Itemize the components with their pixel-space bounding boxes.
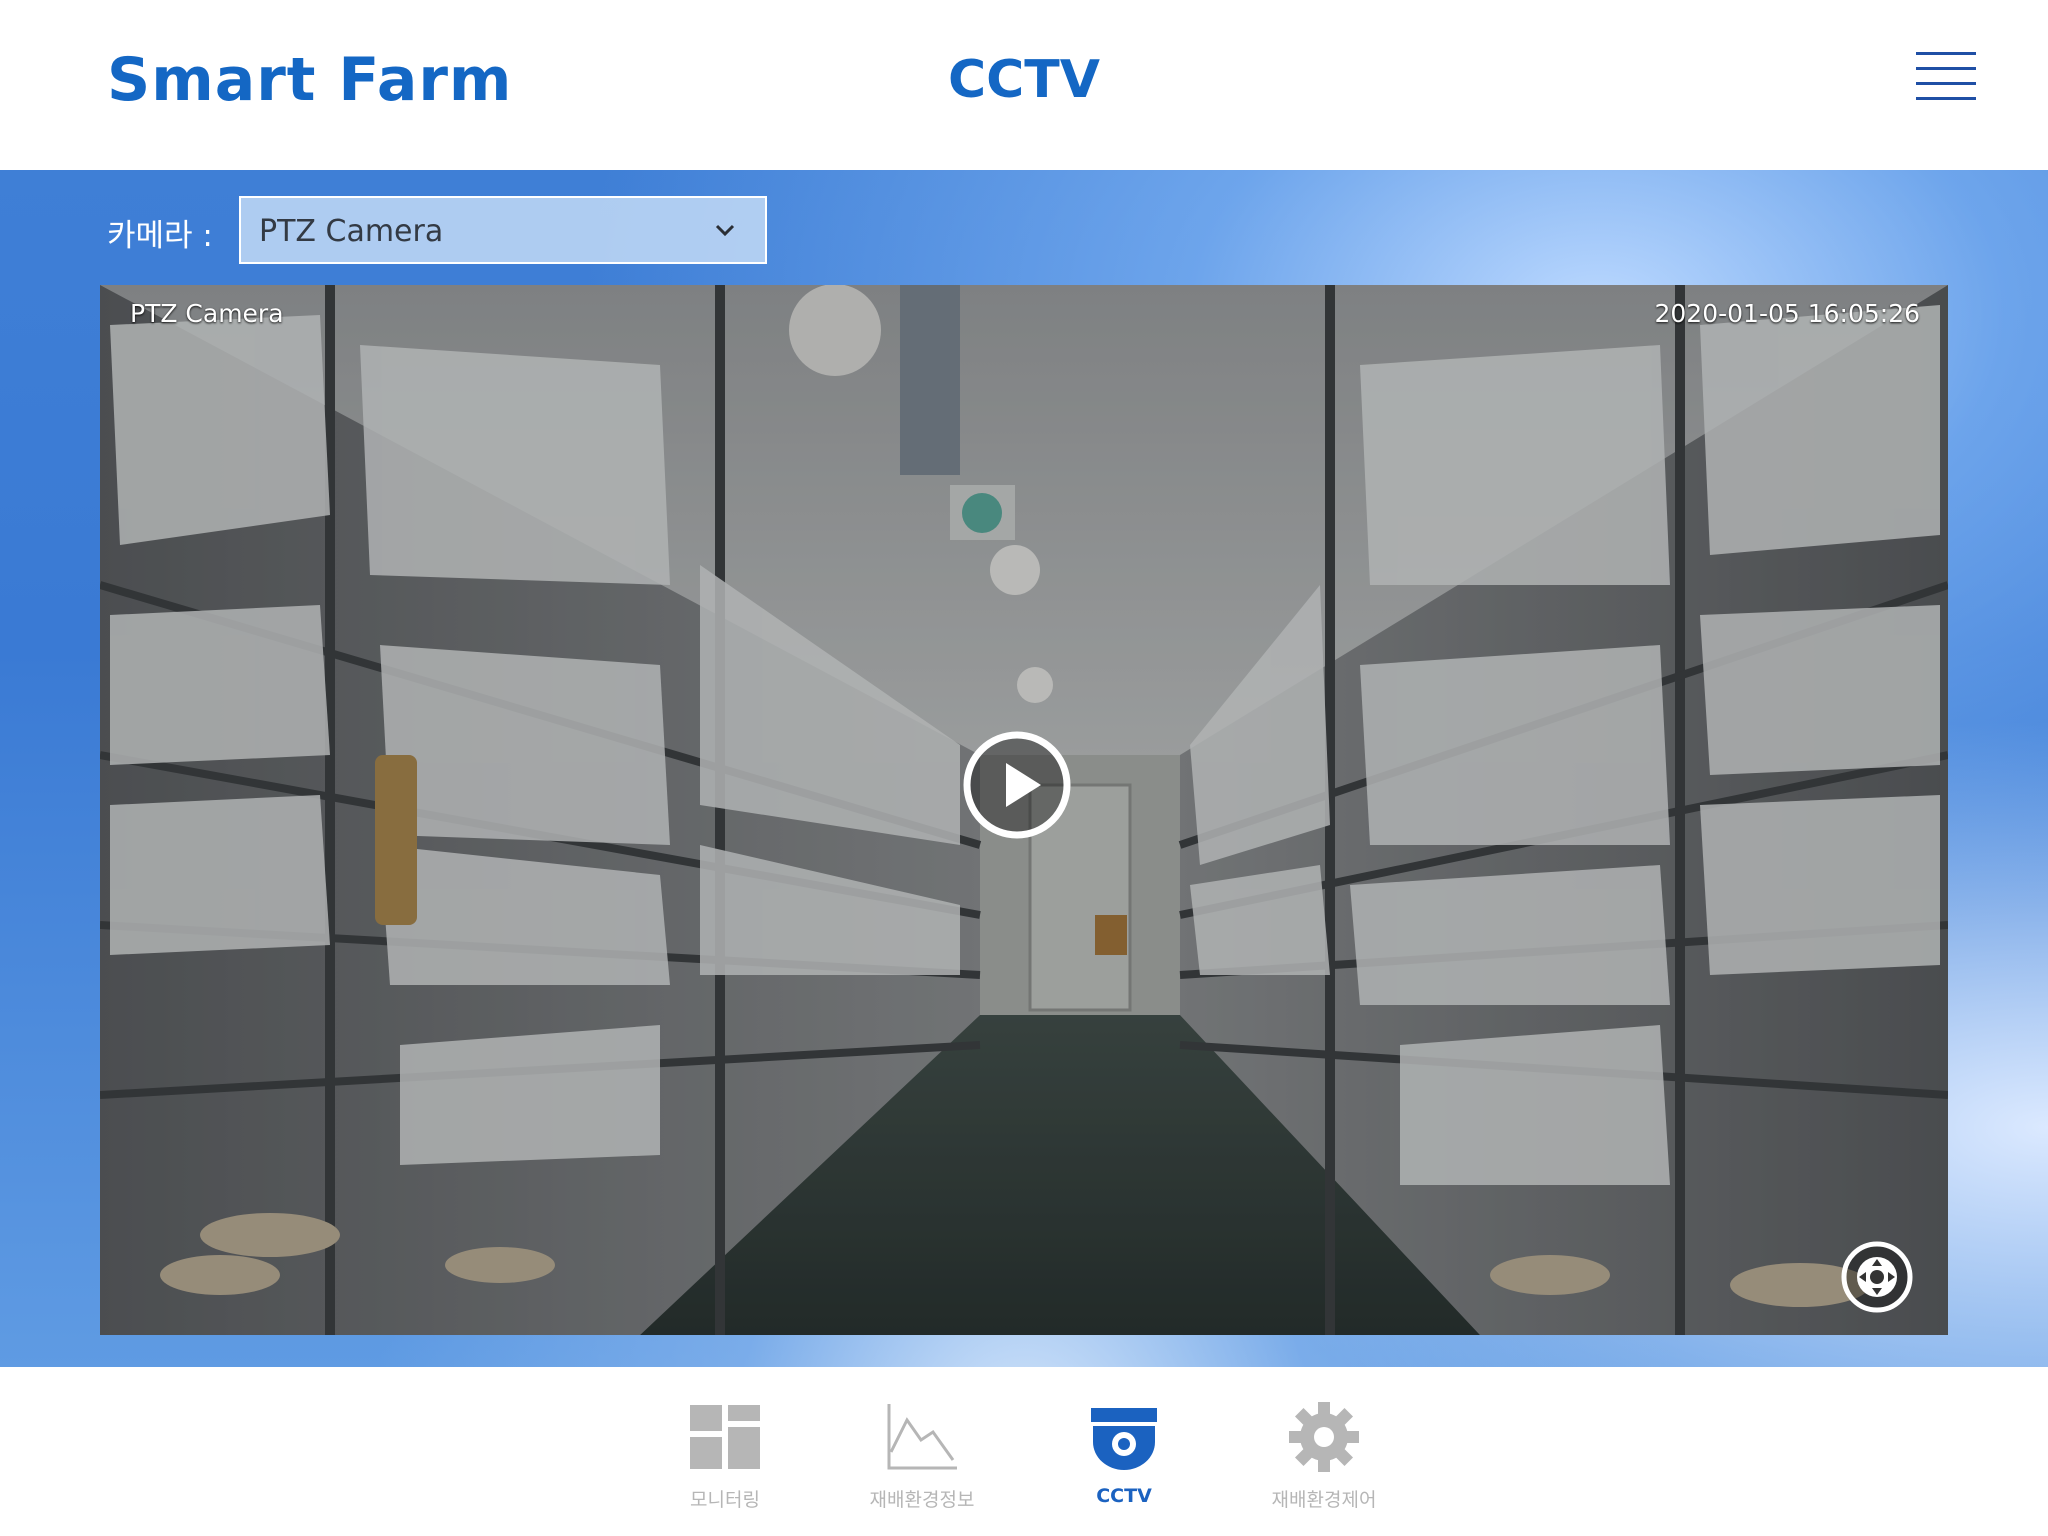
camera-select-value: PTZ Camera: [259, 214, 444, 249]
play-icon[interactable]: [962, 730, 1072, 840]
nav-item-growth-control[interactable]: 재배환경제어: [1234, 1367, 1414, 1536]
camera-select[interactable]: PTZ Camera: [239, 196, 767, 264]
bottom-nav: 모니터링 재배환경정보 CCTV 재배환경제어: [0, 1367, 2048, 1536]
chevron-down-icon: [715, 224, 735, 237]
cctv-camera-icon: [1091, 1408, 1157, 1470]
cctv-video-player[interactable]: PTZ Camera 2020-01-05 16:05:26: [100, 285, 1948, 1335]
gear-icon: [1289, 1402, 1359, 1472]
ptz-control-icon[interactable]: [1840, 1240, 1914, 1314]
nav-item-growth-info[interactable]: 재배환경정보: [832, 1367, 1012, 1536]
line-chart-icon: [887, 1404, 957, 1470]
app-header: Smart Farm CCTV: [0, 0, 2048, 170]
camera-label: 카메라 :: [107, 218, 213, 254]
page-title: CCTV: [947, 50, 1101, 110]
nav-item-cctv[interactable]: CCTV: [1034, 1367, 1214, 1536]
nav-item-monitoring[interactable]: 모니터링: [635, 1367, 815, 1536]
nav-label: CCTV: [1096, 1485, 1152, 1507]
video-timestamp: 2020-01-05 16:05:26: [1654, 299, 1920, 328]
nav-label: 재배환경제어: [1271, 1489, 1377, 1511]
nav-label: 재배환경정보: [869, 1489, 975, 1511]
dashboard-icon: [690, 1405, 760, 1469]
hamburger-menu-icon[interactable]: [1916, 52, 1976, 102]
video-camera-name: PTZ Camera: [130, 299, 284, 328]
nav-label: 모니터링: [690, 1489, 760, 1511]
main-content: 카메라 : PTZ Camera PTZ Camera 2020-01-05 1…: [0, 170, 2048, 1367]
